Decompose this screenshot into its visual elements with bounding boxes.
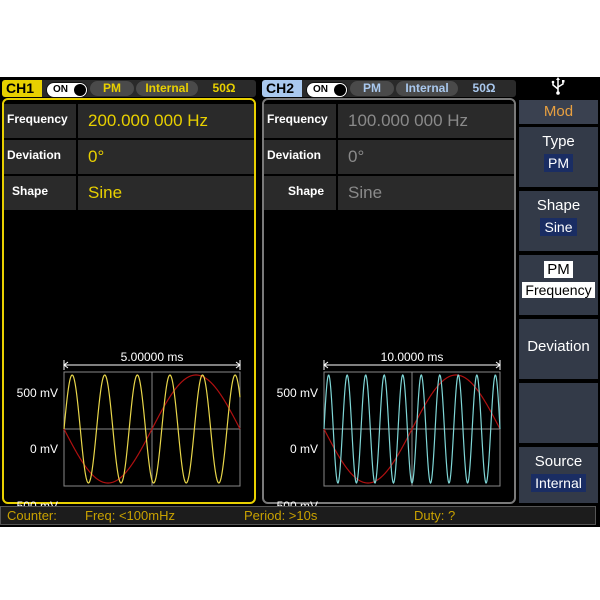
menu-blank-slot	[519, 383, 598, 443]
ch2-deviation-label: Deviation	[264, 140, 336, 174]
ch2-output-toggle[interactable]: ON	[306, 82, 348, 98]
ch2-waveform	[320, 358, 504, 500]
ch2-toggle-text: ON	[313, 84, 328, 95]
menu-shape-label: Shape	[536, 197, 581, 214]
menu-type-value: PM	[544, 154, 573, 172]
ch2-deviation-row[interactable]: Deviation 0°	[264, 140, 514, 174]
ch2-frequency-row[interactable]: Frequency 100.000 000 Hz	[264, 104, 514, 138]
ch1-mode-badge: PM	[90, 81, 134, 96]
generator-screen: CH1 ON PM Internal 50Ω CH2 ON PM Interna…	[0, 77, 600, 527]
ch2-y-mid-label: 0 mV	[289, 442, 318, 456]
ch1-shape-row[interactable]: Shape Sine	[4, 176, 254, 210]
ch2-impedance-badge: 50Ω	[472, 81, 496, 95]
ch1-frequency-row[interactable]: Frequency 200.000 000 Hz	[4, 104, 254, 138]
ch2-panel: Frequency 100.000 000 Hz Deviation 0° Sh…	[262, 98, 516, 513]
menu-shape-button[interactable]: Shape Sine	[519, 191, 598, 251]
ch1-toggle-text: ON	[53, 84, 68, 95]
ch2-deviation-value[interactable]: 0°	[338, 140, 514, 174]
menu-deviation-label: Deviation	[527, 338, 590, 355]
menu-type-label: Type	[542, 133, 575, 150]
ch1-frequency-value[interactable]: 200.000 000 Hz	[78, 104, 254, 138]
menu-title: Mod	[519, 100, 598, 124]
usb-icon	[550, 77, 566, 95]
ch2-label: CH2	[266, 80, 295, 96]
ch1-shape-value[interactable]: Sine	[78, 176, 254, 210]
menu-pm-frequency-button[interactable]: PM Frequency	[519, 255, 598, 315]
counter-label: Counter:	[7, 508, 57, 523]
ch1-waveform	[60, 358, 244, 500]
menu-source-button[interactable]: Source Internal	[519, 447, 598, 503]
menu-pm-label: PM	[544, 261, 573, 278]
ch2-mode-badge: PM	[350, 81, 394, 96]
ch2-y-top-label: 500 mV	[276, 386, 318, 400]
menu-source-label: Source	[534, 453, 583, 470]
ch1-impedance-badge: 50Ω	[212, 81, 236, 95]
toggle-knob	[334, 84, 346, 96]
ch1-frequency-label: Frequency	[4, 104, 76, 138]
ch1-source-badge: Internal	[136, 81, 198, 96]
ch2-shape-value[interactable]: Sine	[338, 176, 514, 210]
ch1-deviation-row[interactable]: Deviation 0°	[4, 140, 254, 174]
menu-source-value: Internal	[531, 474, 586, 492]
ch1-y-top-label: 500 mV	[16, 386, 58, 400]
ch2-shape-label: Shape	[264, 176, 336, 210]
menu-title-text: Mod	[543, 103, 574, 120]
ch1-header[interactable]: CH1 ON PM Internal 50Ω	[2, 80, 256, 98]
ch1-output-toggle[interactable]: ON	[46, 82, 88, 98]
menu-shape-value: Sine	[540, 218, 577, 236]
counter-bar: Counter: Freq: <100mHz Period: >10s Duty…	[0, 506, 596, 525]
ch1-shape-label: Shape	[4, 176, 76, 210]
ch1-deviation-value[interactable]: 0°	[78, 140, 254, 174]
toggle-knob	[74, 84, 86, 96]
ch1-panel: Frequency 200.000 000 Hz Deviation 0° Sh…	[2, 98, 256, 513]
ch2-frequency-label: Frequency	[264, 104, 336, 138]
ch2-frequency-value[interactable]: 100.000 000 Hz	[338, 104, 514, 138]
ch2-source-badge: Internal	[396, 81, 458, 96]
ch1-y-mid-label: 0 mV	[29, 442, 58, 456]
menu-deviation-button[interactable]: Deviation	[519, 319, 598, 379]
ch1-label: CH1	[6, 80, 35, 96]
menu-frequency-label: Frequency	[522, 282, 595, 298]
counter-period: Period: >10s	[244, 508, 318, 523]
softkey-menu: Mod Type PM Shape Sine PM Frequency Devi…	[516, 77, 600, 504]
menu-type-button[interactable]: Type PM	[519, 127, 598, 187]
ch1-deviation-label: Deviation	[4, 140, 76, 174]
counter-frequency: Freq: <100mHz	[85, 508, 175, 523]
counter-duty: Duty: ?	[414, 508, 456, 523]
ch2-header[interactable]: CH2 ON PM Internal 50Ω	[262, 80, 516, 98]
ch2-shape-row[interactable]: Shape Sine	[264, 176, 514, 210]
